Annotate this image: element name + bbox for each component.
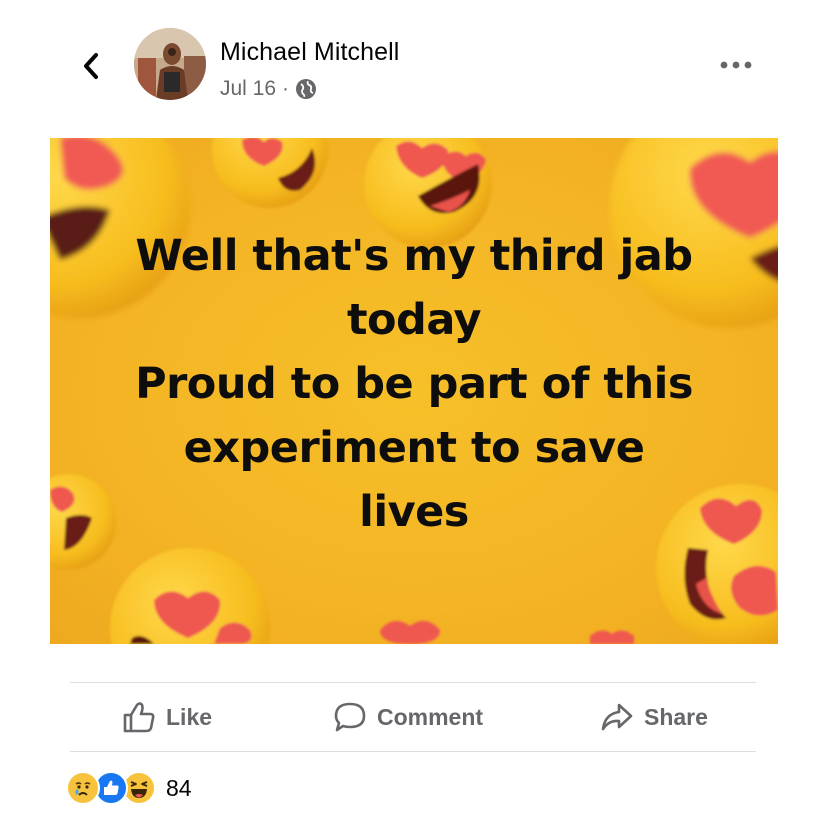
share-button[interactable]: Share — [600, 692, 708, 742]
post-image[interactable]: Well that's my third jab today Proud to … — [50, 138, 778, 644]
post-meta: Jul 16 · — [220, 76, 317, 102]
author-name[interactable]: Michael Mitchell — [220, 38, 399, 67]
image-text-line: today — [346, 295, 482, 345]
comment-button[interactable]: Comment — [333, 692, 483, 742]
more-options-button[interactable] — [712, 50, 760, 80]
image-text-line: experiment to save — [183, 423, 645, 473]
chevron-left-icon — [84, 53, 98, 79]
like-button[interactable]: Like — [122, 692, 212, 742]
sad-reaction-icon — [66, 771, 100, 805]
thumbs-up-icon — [123, 702, 155, 733]
share-arrow-icon — [601, 703, 633, 731]
back-button[interactable] — [74, 46, 108, 86]
divider — [70, 682, 756, 683]
meta-separator: · — [282, 77, 290, 100]
post-date[interactable]: Jul 16 — [220, 77, 276, 101]
image-text-line: Proud to be part of this — [135, 359, 693, 409]
comment-label: Comment — [377, 703, 484, 730]
more-dots-icon — [720, 61, 752, 69]
avatar-photo — [134, 28, 206, 100]
share-label: Share — [644, 703, 708, 730]
image-text-line: lives — [359, 487, 469, 537]
image-text-line: Well that's my third jab — [135, 231, 693, 281]
reaction-count: 84 — [166, 774, 192, 801]
globe-icon — [296, 79, 317, 99]
facebook-post-view: Michael Mitchell Jul 16 · Well that's my… — [0, 0, 828, 817]
like-label: Like — [166, 703, 213, 730]
comment-bubble-icon — [334, 702, 366, 732]
reactions-summary[interactable]: 84 — [66, 770, 192, 806]
avatar[interactable] — [134, 28, 206, 100]
divider — [70, 751, 756, 752]
post-image-text: Well that's my third jab today Proud to … — [90, 224, 738, 544]
